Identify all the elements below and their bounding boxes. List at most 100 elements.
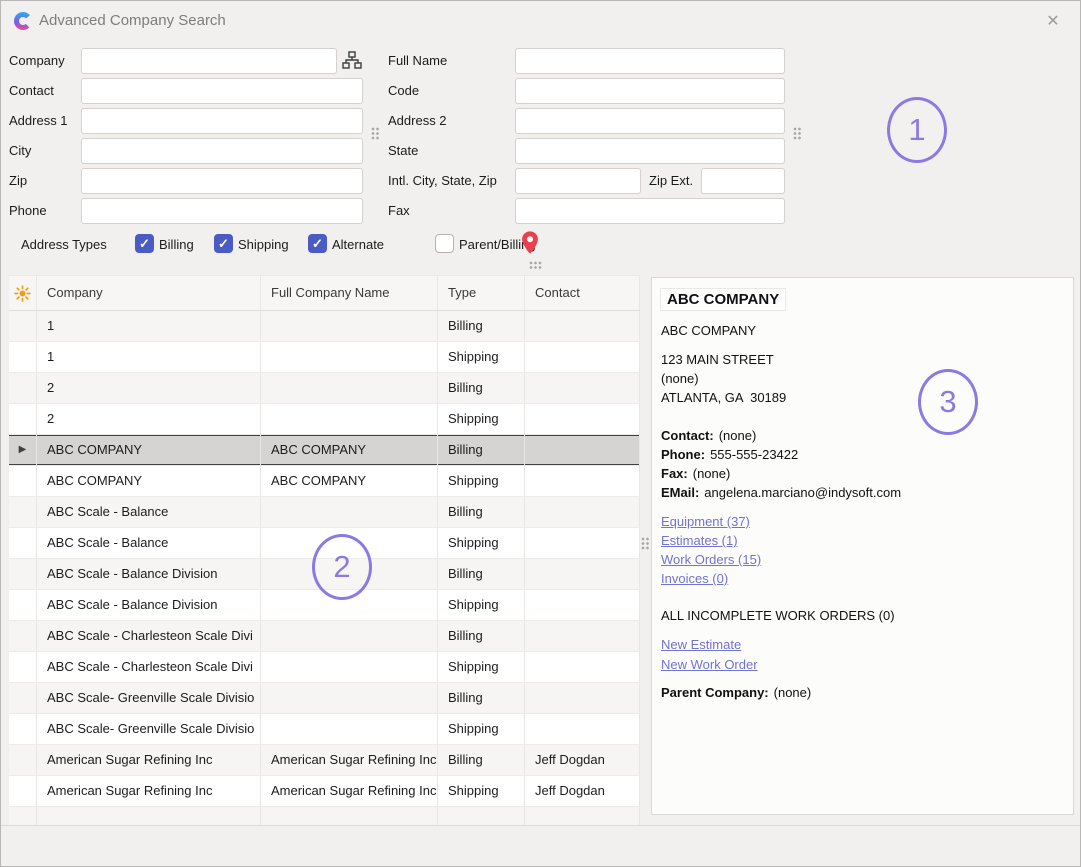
cell-type[interactable]: Shipping [438,342,525,372]
table-row[interactable]: ABC Scale - Charlesteon Scale DiviShippi… [9,652,640,683]
cell-contact[interactable] [525,404,640,434]
cell-contact[interactable] [525,373,640,403]
row-selector[interactable] [9,559,37,589]
full-name-input[interactable] [515,48,785,74]
fax-input[interactable] [515,198,785,224]
table-row[interactable]: American Sugar Refining IncAmerican Suga… [9,776,640,807]
cell-company[interactable]: ABC Scale - Balance [37,528,261,558]
cell-company[interactable]: ABC Scale- Greenville Scale Divisio [37,683,261,713]
address1-input[interactable] [81,108,363,134]
cell-company[interactable]: ABC Scale- Greenville Scale Divisio [37,714,261,744]
cell-contact[interactable] [525,342,640,372]
cell-full[interactable] [261,652,438,682]
cell-full[interactable] [261,342,438,372]
cell-type[interactable]: Shipping [438,590,525,620]
parent-billing-checkbox[interactable]: ✓ [435,234,454,253]
cell-contact[interactable] [525,714,640,744]
column-header-full-company-name[interactable]: Full Company Name [261,276,438,310]
intl-city-state-zip-input[interactable] [515,168,641,194]
cell-contact[interactable] [525,621,640,651]
cell-full[interactable]: ABC COMPANY [261,435,438,465]
contact-input[interactable] [81,78,363,104]
cell-full[interactable] [261,404,438,434]
column-header-contact[interactable]: Contact [525,276,640,310]
close-icon[interactable]: ✕ [1042,11,1064,33]
splitter-handle[interactable] [793,127,802,140]
row-selector[interactable] [9,404,37,434]
cell-full[interactable] [261,683,438,713]
cell-company[interactable]: ABC Scale - Balance Division [37,559,261,589]
cell-full[interactable] [261,311,438,341]
zip-input[interactable] [81,168,363,194]
cell-contact[interactable]: Jeff Dogdan [525,776,640,806]
table-row[interactable] [9,807,640,825]
row-selector[interactable] [9,776,37,806]
column-header-type[interactable]: Type [438,276,525,310]
alternate-checkbox[interactable]: ✓ [308,234,327,253]
new-work-order-link[interactable]: New Work Order [661,657,758,672]
splitter-handle[interactable] [371,127,380,140]
cell-full[interactable]: ABC COMPANY [261,466,438,496]
cell-full[interactable]: American Sugar Refining Inc [261,745,438,775]
cell-type[interactable]: Shipping [438,652,525,682]
cell-type[interactable]: Shipping [438,404,525,434]
cell-contact[interactable] [525,528,640,558]
state-input[interactable] [515,138,785,164]
table-row[interactable]: ▶ABC COMPANYABC COMPANYBilling [9,435,640,466]
cell-contact[interactable] [525,466,640,496]
row-selector[interactable] [9,683,37,713]
table-row[interactable]: ABC Scale- Greenville Scale Divisio Billi… [9,683,640,714]
cell-type[interactable]: Billing [438,497,525,527]
splitter-handle[interactable] [529,261,542,270]
row-selector[interactable] [9,652,37,682]
row-selector[interactable] [9,466,37,496]
cell-contact[interactable] [525,807,640,825]
invoices-link[interactable]: Invoices (0) [661,571,728,586]
row-selector[interactable] [9,311,37,341]
cell-contact[interactable] [525,590,640,620]
cell-type[interactable]: Shipping [438,466,525,496]
table-row[interactable]: 2Billing [9,373,640,404]
cell-type[interactable]: Billing [438,745,525,775]
code-input[interactable] [515,78,785,104]
cell-contact[interactable] [525,683,640,713]
row-selector[interactable]: ▶ [9,435,37,465]
table-row[interactable]: ABC Scale - Balance Billing [9,497,640,528]
cell-type[interactable]: Billing [438,683,525,713]
city-input[interactable] [81,138,363,164]
cell-company[interactable]: ABC COMPANY [37,435,261,465]
table-row[interactable]: ABC Scale- Greenville Scale Divisio Shipp… [9,714,640,745]
cell-type[interactable] [438,807,525,825]
work-orders-link[interactable]: Work Orders (15) [661,552,761,567]
map-pin-icon[interactable] [520,230,540,261]
cell-contact[interactable] [525,652,640,682]
row-selector[interactable] [9,342,37,372]
shipping-checkbox[interactable]: ✓ [214,234,233,253]
cell-type[interactable]: Shipping [438,714,525,744]
row-selector[interactable] [9,528,37,558]
grid-settings-sun-icon[interactable] [9,276,37,310]
cell-type[interactable]: Billing [438,559,525,589]
cell-company[interactable]: American Sugar Refining Inc [37,776,261,806]
address2-input[interactable] [515,108,785,134]
cell-company[interactable]: ABC COMPANY [37,466,261,496]
cell-company[interactable]: 2 [37,404,261,434]
cell-type[interactable]: Billing [438,373,525,403]
company-input[interactable] [81,48,337,74]
cell-company[interactable]: 1 [37,311,261,341]
cell-contact[interactable] [525,559,640,589]
zip-ext-input[interactable] [701,168,785,194]
cell-full[interactable] [261,621,438,651]
cell-full[interactable]: American Sugar Refining Inc [261,776,438,806]
cell-full[interactable] [261,807,438,825]
table-row[interactable]: ABC Scale - Balance DivisionShipping [9,590,640,621]
cell-company[interactable]: ABC Scale - Balance [37,497,261,527]
row-selector[interactable] [9,621,37,651]
cell-company[interactable]: 1 [37,342,261,372]
cell-type[interactable]: Billing [438,435,525,465]
row-selector[interactable] [9,714,37,744]
cell-type[interactable]: Shipping [438,776,525,806]
equipment-link[interactable]: Equipment (37) [661,514,750,529]
cell-company[interactable]: American Sugar Refining Inc [37,745,261,775]
new-estimate-link[interactable]: New Estimate [661,637,741,652]
